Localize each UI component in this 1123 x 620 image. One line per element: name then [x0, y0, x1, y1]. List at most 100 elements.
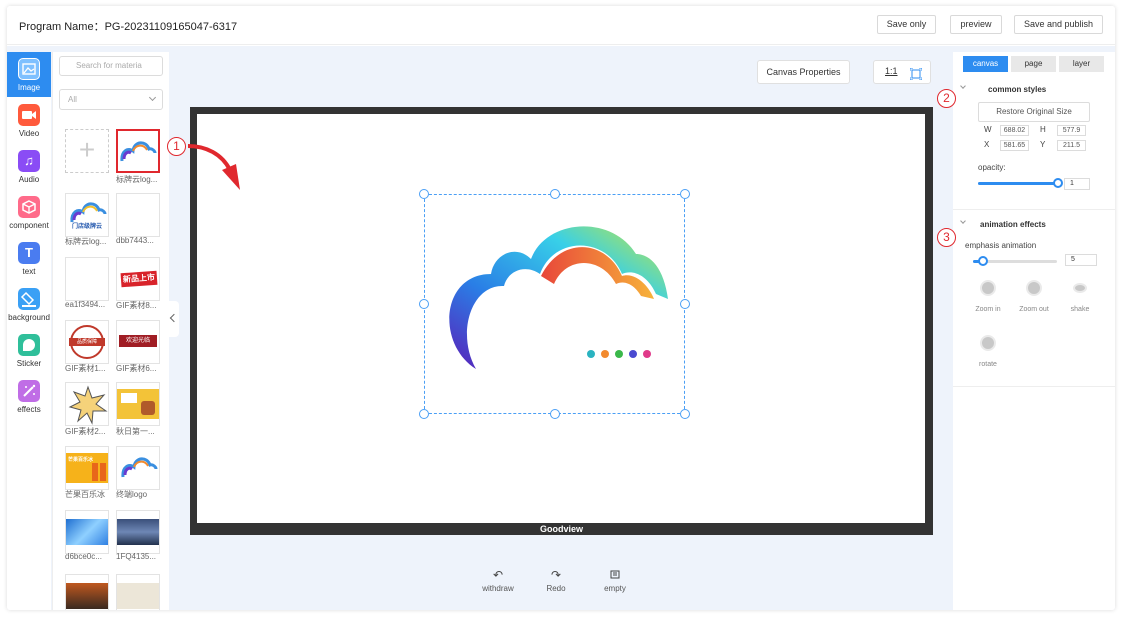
category-sidebar: Image Video ♫ Audio component T text bac… [7, 52, 51, 610]
top-bar: Program Name：PG-20231109165047-6317 Save… [7, 6, 1115, 45]
sidebar-item-sticker[interactable]: Sticker [7, 328, 51, 373]
x-field[interactable]: 581.65 [1000, 140, 1029, 151]
resize-handle-n[interactable] [550, 189, 560, 199]
redo-button[interactable]: ↷ Redo [531, 568, 581, 593]
sidebar-item-image[interactable]: Image [7, 52, 51, 97]
material-tile[interactable]: 芒果百乐冰 [65, 446, 109, 490]
material-tile[interactable] [116, 574, 160, 610]
effects-icon [18, 380, 40, 402]
material-caption: GIF素材1... [65, 364, 106, 373]
restore-size-button[interactable]: Restore Original Size [978, 102, 1090, 122]
resize-handle-w[interactable] [419, 299, 429, 309]
empty-button[interactable]: empty [590, 568, 640, 593]
h-label: H [1040, 125, 1046, 134]
resize-handle-e[interactable] [680, 299, 690, 309]
video-icon [18, 104, 40, 126]
save-only-button[interactable]: Save only [877, 15, 936, 34]
resize-handle-s[interactable] [550, 409, 560, 419]
material-caption: 1FQ4135... [116, 552, 157, 561]
material-tile[interactable] [65, 510, 109, 554]
withdraw-button[interactable]: ↶ withdraw [473, 568, 523, 593]
audio-icon: ♫ [18, 150, 40, 172]
emphasis-slider[interactable] [973, 256, 1057, 266]
material-tile[interactable] [116, 129, 160, 173]
material-tile[interactable]: 欢迎光临 [116, 320, 160, 364]
sidebar-item-audio[interactable]: ♫ Audio [7, 144, 51, 189]
preview-button[interactable]: preview [950, 15, 1002, 34]
search-input[interactable]: Search for materia [59, 56, 163, 76]
withdraw-label: withdraw [482, 584, 514, 593]
canvas-properties-button[interactable]: Canvas Properties [757, 60, 850, 84]
selection-box[interactable] [424, 194, 685, 414]
sidebar-item-background[interactable]: background [7, 282, 51, 327]
tile-text: 芒果百乐冰 [68, 457, 94, 463]
collapse-panel-button[interactable] [169, 301, 179, 337]
sidebar-item-component[interactable]: component [7, 190, 51, 235]
sidebar-item-label: Sticker [16, 359, 42, 368]
effect-zoom-out[interactable]: Zoom out [1014, 280, 1054, 313]
material-tile[interactable] [116, 193, 160, 237]
opacity-input[interactable]: 1 [1064, 178, 1090, 190]
sidebar-item-label: Image [17, 83, 41, 92]
undo-icon: ↶ [492, 568, 504, 582]
material-caption: 标牌云log... [116, 175, 158, 184]
chevron-down-icon[interactable] [960, 218, 966, 224]
text-icon: T [18, 242, 40, 264]
material-caption: GIF素材8... [116, 301, 157, 310]
resize-handle-nw[interactable] [419, 189, 429, 199]
opacity-slider-handle[interactable] [1053, 178, 1063, 188]
material-tile[interactable] [116, 510, 160, 554]
material-tile[interactable] [116, 446, 160, 490]
save-and-publish-button[interactable]: Save and publish [1014, 15, 1103, 34]
sidebar-item-video[interactable]: Video [7, 98, 51, 143]
image-icon [18, 58, 40, 80]
clear-icon [590, 568, 640, 584]
material-tile[interactable] [65, 382, 109, 426]
tile-text: 品质保障 [69, 338, 105, 346]
background-icon [18, 288, 40, 310]
workspace: Image Video ♫ Audio component T text bac… [7, 46, 1115, 610]
divider [953, 209, 1115, 210]
tab-layer[interactable]: layer [1059, 56, 1104, 72]
material-tile[interactable] [65, 257, 109, 301]
material-caption: d6bce0c... [65, 552, 102, 561]
y-field[interactable]: 211.5 [1057, 140, 1086, 151]
filter-select[interactable]: All [59, 89, 163, 110]
material-tile[interactable]: 新品上市 [116, 257, 160, 301]
effect-zoom-in[interactable]: Zoom in [968, 280, 1008, 313]
resize-handle-se[interactable] [680, 409, 690, 419]
effect-shake[interactable]: shake [1060, 280, 1100, 313]
chevron-down-icon[interactable] [960, 83, 966, 89]
material-tile[interactable]: 门店级牌云 [65, 193, 109, 237]
add-material-button[interactable]: + [65, 129, 109, 173]
redo-label: Redo [546, 584, 566, 593]
effect-rotate[interactable]: rotate [968, 335, 1008, 368]
material-caption: dbb7443... [116, 236, 154, 245]
emphasis-input[interactable]: 5 [1065, 254, 1097, 266]
material-tile[interactable] [116, 382, 160, 426]
sidebar-item-label: component [9, 221, 49, 230]
divider [953, 386, 1115, 387]
fit-screen-icon[interactable] [909, 67, 923, 85]
opacity-slider[interactable] [978, 178, 1063, 188]
tile-text: 新品上市 [120, 270, 158, 288]
properties-panel: canvas page layer common styles Restore … [953, 52, 1115, 610]
material-caption: GIF素材6... [116, 364, 157, 373]
sidebar-item-effects[interactable]: effects [7, 374, 51, 419]
zoom-out-icon [1026, 280, 1042, 296]
width-field[interactable]: 688.02 [1000, 125, 1029, 136]
canvas-stage[interactable] [197, 114, 925, 523]
height-field[interactable]: 577.9 [1057, 125, 1086, 136]
ratio-button[interactable]: 1:1 [885, 66, 898, 76]
sidebar-item-text[interactable]: T text [7, 236, 51, 281]
material-tile[interactable]: 品质保障 [65, 320, 109, 364]
resize-handle-sw[interactable] [419, 409, 429, 419]
resize-handle-ne[interactable] [680, 189, 690, 199]
material-caption: 终端logo [116, 490, 148, 499]
opacity-slider-fill [978, 182, 1058, 185]
material-tile[interactable] [65, 574, 109, 610]
material-caption: 秋日第一... [116, 427, 155, 436]
emphasis-slider-handle[interactable] [978, 256, 989, 266]
tab-page[interactable]: page [1011, 56, 1056, 72]
tab-canvas[interactable]: canvas [963, 56, 1008, 72]
